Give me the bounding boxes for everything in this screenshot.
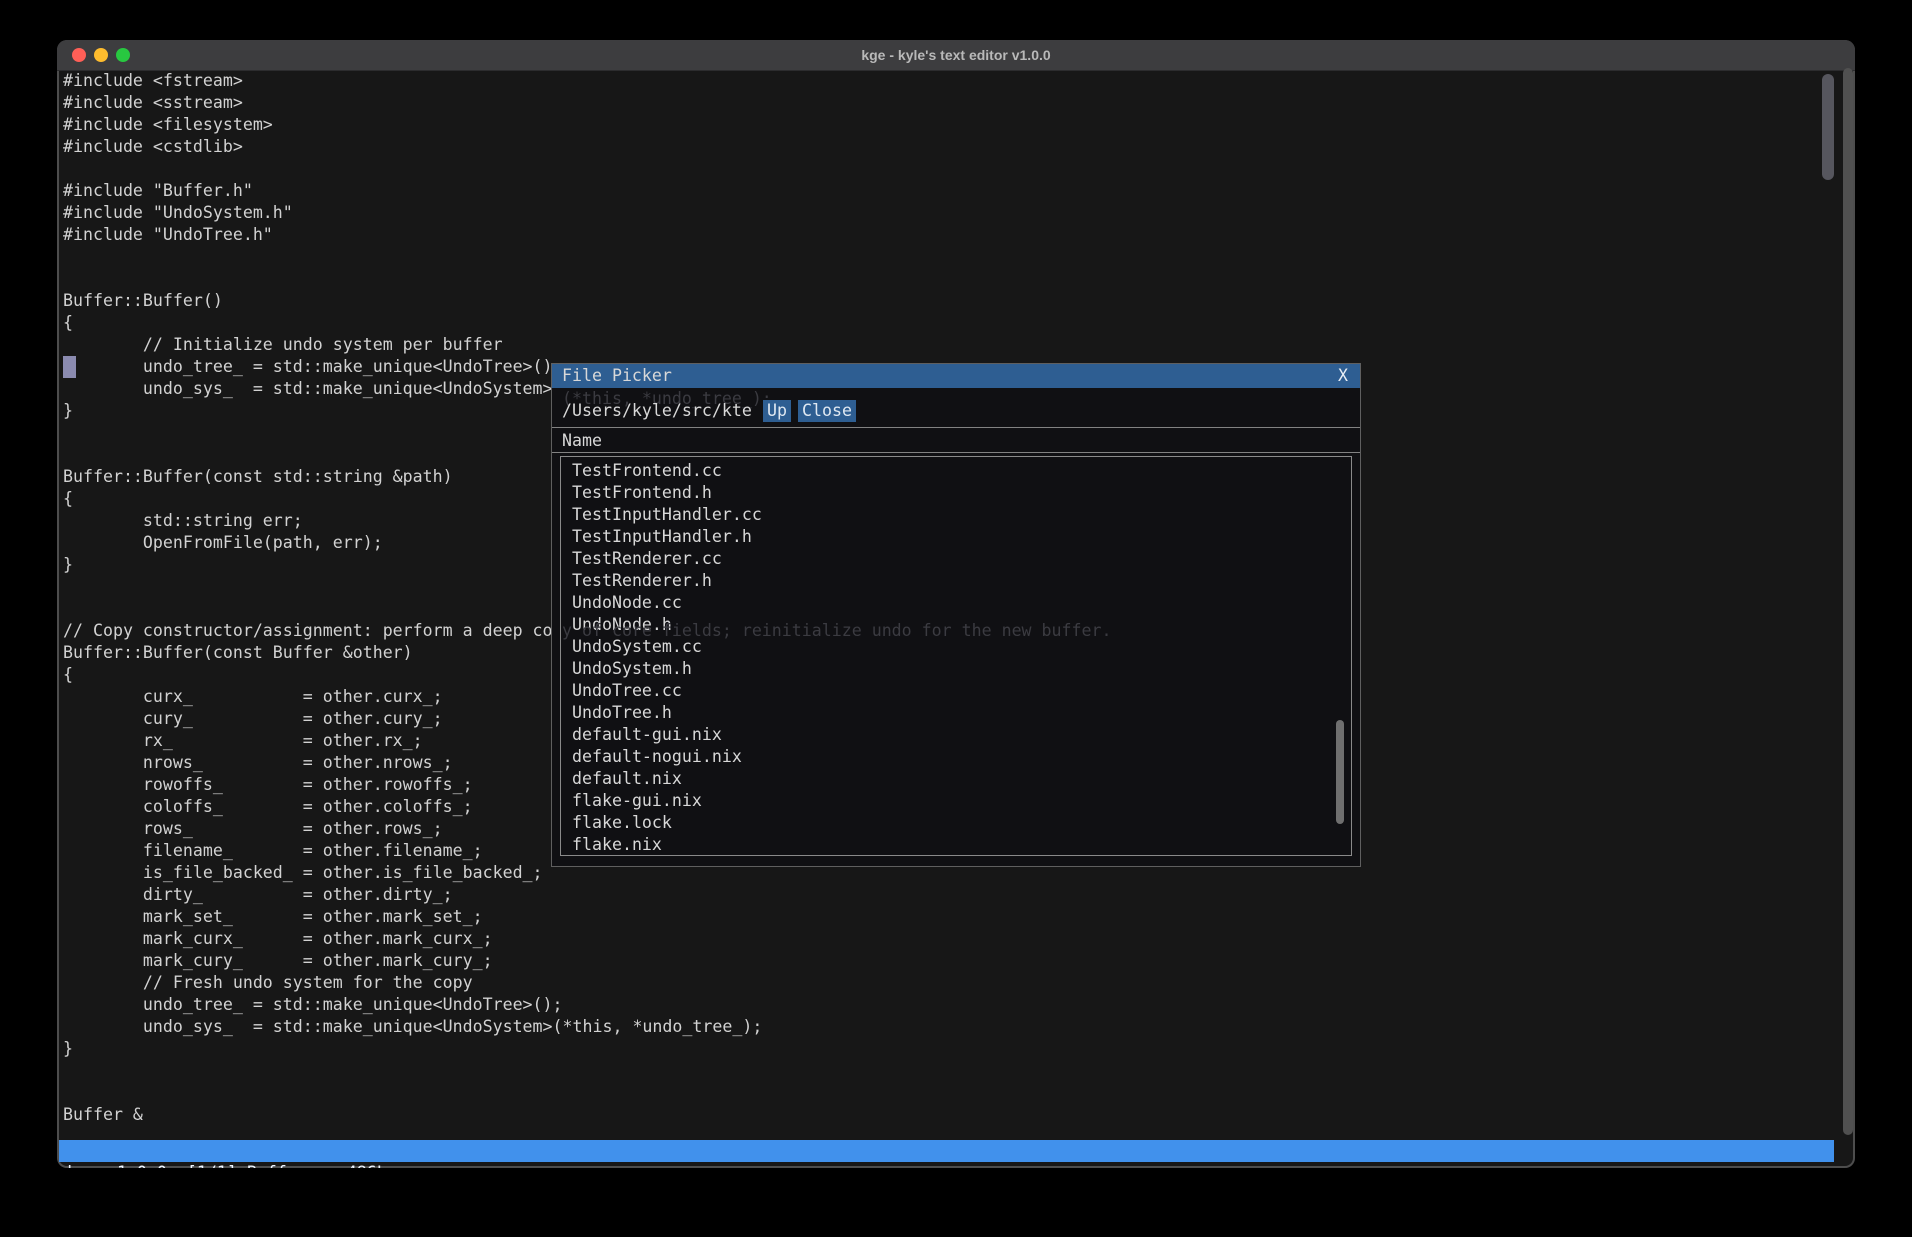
code-line: // Fresh undo system for the copy	[63, 972, 1815, 994]
code-line: }	[63, 1038, 1815, 1060]
code-line: // Initialize undo system per buffer	[63, 334, 1815, 356]
file-list: TestFrontend.ccTestFrontend.hTestInputHa…	[560, 456, 1352, 856]
code-line: #include "Buffer.h"	[63, 180, 1815, 202]
window-scrollbar[interactable]	[1843, 68, 1853, 1135]
code-line: #include "UndoSystem.h"	[63, 202, 1815, 224]
desktop: kge - kyle's text editor v1.0.0 #include…	[0, 0, 1912, 1237]
code-line: #include "UndoTree.h"	[63, 224, 1815, 246]
file-item[interactable]: default-gui.nix	[561, 724, 1351, 746]
window-title: kge - kyle's text editor v1.0.0	[57, 40, 1855, 70]
file-item[interactable]: TestFrontend.cc	[561, 460, 1351, 482]
code-line: mark_cury_ = other.mark_cury_;	[63, 950, 1815, 972]
code-line: mark_curx_ = other.mark_curx_;	[63, 928, 1815, 950]
editor-cursor	[63, 356, 76, 378]
code-line	[63, 1060, 1815, 1082]
code-line	[63, 268, 1815, 290]
code-line: mark_set_ = other.mark_set_;	[63, 906, 1815, 928]
current-path: /Users/kyle/src/kte	[562, 400, 752, 422]
status-bar: kge v1.0.0 [1/1] Buffer.cc 486L Open Fil…	[59, 1140, 1834, 1162]
window-titlebar[interactable]: kge - kyle's text editor v1.0.0	[57, 40, 1855, 71]
file-item[interactable]: TestInputHandler.h	[561, 526, 1351, 548]
divider	[552, 427, 1360, 428]
code-line: undo_sys_ = std::make_unique<UndoSystem>…	[63, 1016, 1815, 1038]
code-line: undo_tree_ = std::make_unique<UndoTree>(…	[63, 994, 1815, 1016]
file-item[interactable]: flake.lock	[561, 812, 1351, 834]
code-line	[63, 158, 1815, 180]
file-picker-dialog: File Picker X (*this, *undo_tree_); /Use…	[552, 364, 1360, 866]
dialog-title: File Picker	[562, 364, 672, 388]
code-line: #include <filesystem>	[63, 114, 1815, 136]
divider	[552, 452, 1360, 453]
file-item[interactable]: TestRenderer.h	[561, 570, 1351, 592]
path-row: /Users/kyle/src/kte Up Close	[552, 400, 1360, 422]
file-item[interactable]: default.nix	[561, 768, 1351, 790]
file-list-scrollbar-thumb[interactable]	[1336, 720, 1344, 824]
code-line: #include <cstdlib>	[63, 136, 1815, 158]
status-file-info: kge v1.0.0 [1/1] Buffer.cc 486L	[67, 1162, 387, 1168]
code-line: Buffer::Buffer()	[63, 290, 1815, 312]
file-item[interactable]: TestInputHandler.cc	[561, 504, 1351, 526]
code-line: #include <fstream>	[63, 70, 1815, 92]
dialog-titlebar[interactable]: File Picker X	[552, 364, 1360, 388]
close-button[interactable]: Close	[798, 400, 856, 422]
code-line	[63, 1082, 1815, 1104]
bleedthrough-code-text: y of core fields; reinitialize undo for …	[562, 620, 1111, 642]
file-item[interactable]: UndoTree.h	[561, 702, 1351, 724]
file-item[interactable]: flake.nix	[561, 834, 1351, 856]
column-header-name: Name	[562, 430, 602, 452]
code-line: {	[63, 312, 1815, 334]
file-item[interactable]: default-nogui.nix	[561, 746, 1351, 768]
file-item[interactable]: TestFrontend.h	[561, 482, 1351, 504]
close-icon[interactable]: X	[1338, 364, 1348, 388]
code-line: #include <sstream>	[63, 92, 1815, 114]
code-line: Buffer &	[63, 1104, 1815, 1126]
code-line	[63, 246, 1815, 268]
file-item[interactable]: UndoSystem.h	[561, 658, 1351, 680]
file-item[interactable]: TestRenderer.cc	[561, 548, 1351, 570]
code-line: dirty_ = other.dirty_;	[63, 884, 1815, 906]
editor-scrollbar-thumb[interactable]	[1822, 74, 1834, 180]
file-item[interactable]: UndoTree.cc	[561, 680, 1351, 702]
file-item[interactable]: UndoNode.cc	[561, 592, 1351, 614]
file-item[interactable]: flake-gui.nix	[561, 790, 1351, 812]
up-button[interactable]: Up	[763, 400, 791, 422]
